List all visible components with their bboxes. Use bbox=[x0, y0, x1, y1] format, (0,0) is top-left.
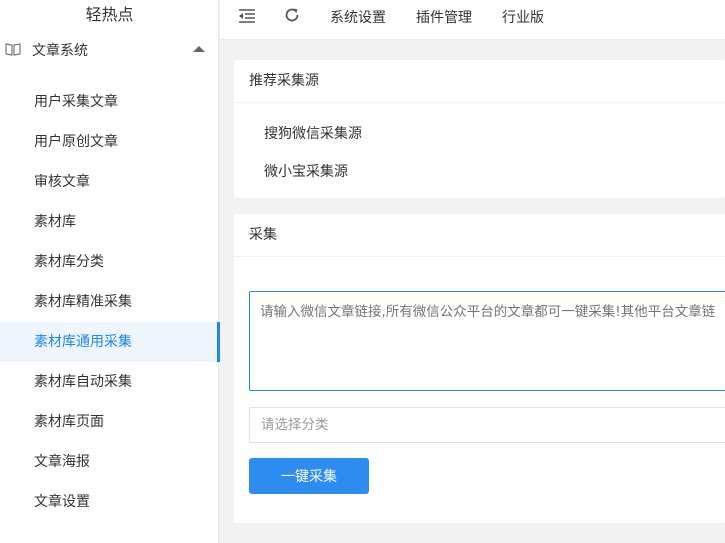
source-sogou-wechat[interactable]: 搜狗微信采集源 bbox=[264, 123, 362, 143]
recommend-sources-title: 推荐采集源 bbox=[234, 60, 725, 103]
sidebar-item-precise-collect[interactable]: 素材库精准采集 bbox=[0, 282, 219, 322]
sidebar-item-material-library[interactable]: 素材库 bbox=[0, 202, 219, 242]
sidebar-item-user-original-articles[interactable]: 用户原创文章 bbox=[0, 122, 219, 162]
sidebar: 轻热点 文章系统 用户采集文章 用户原创文章 审核文章 素材库 素材库分类 素材… bbox=[0, 0, 220, 543]
sidebar-item-review-articles[interactable]: 审核文章 bbox=[0, 162, 219, 202]
menu-group-label: 文章系统 bbox=[32, 43, 88, 59]
sidebar-item-article-poster[interactable]: 文章海报 bbox=[0, 442, 219, 482]
sidebar-item-user-collected-articles[interactable]: 用户采集文章 bbox=[0, 82, 219, 122]
sidebar-item-auto-collect[interactable]: 素材库自动采集 bbox=[0, 362, 219, 402]
app-logo: 轻热点 bbox=[85, 5, 134, 24]
nav-plugin-management[interactable]: 插件管理 bbox=[416, 7, 472, 27]
refresh-icon[interactable] bbox=[283, 6, 301, 24]
sidebar-item-material-category[interactable]: 素材库分类 bbox=[0, 242, 219, 282]
source-weixiaobao[interactable]: 微小宝采集源 bbox=[264, 161, 348, 181]
menu-group-article-system[interactable]: 文章系统 bbox=[0, 30, 219, 70]
sidebar-item-general-collect[interactable]: 素材库通用采集 bbox=[0, 322, 220, 362]
nav-system-settings[interactable]: 系统设置 bbox=[330, 7, 386, 27]
top-bar: 系统设置 插件管理 行业版 bbox=[220, 0, 725, 40]
collect-card: 采集 请选择分类 一键采集 bbox=[234, 214, 725, 523]
sidebar-item-material-page[interactable]: 素材库页面 bbox=[0, 402, 219, 442]
collect-title: 采集 bbox=[234, 214, 725, 257]
one-click-collect-button[interactable]: 一键采集 bbox=[249, 458, 369, 494]
recommend-sources-card: 推荐采集源 搜狗微信采集源 微小宝采集源 bbox=[234, 60, 725, 198]
article-link-input[interactable] bbox=[249, 291, 725, 391]
sidebar-item-article-settings[interactable]: 文章设置 bbox=[0, 482, 219, 522]
menu-collapse-icon[interactable] bbox=[238, 8, 256, 24]
book-icon bbox=[5, 43, 21, 56]
submenu: 用户采集文章 用户原创文章 审核文章 素材库 素材库分类 素材库精准采集 素材库… bbox=[0, 82, 220, 522]
nav-industry-edition[interactable]: 行业版 bbox=[502, 7, 544, 27]
category-select[interactable]: 请选择分类 bbox=[249, 407, 725, 443]
caret-up-icon bbox=[193, 46, 205, 52]
